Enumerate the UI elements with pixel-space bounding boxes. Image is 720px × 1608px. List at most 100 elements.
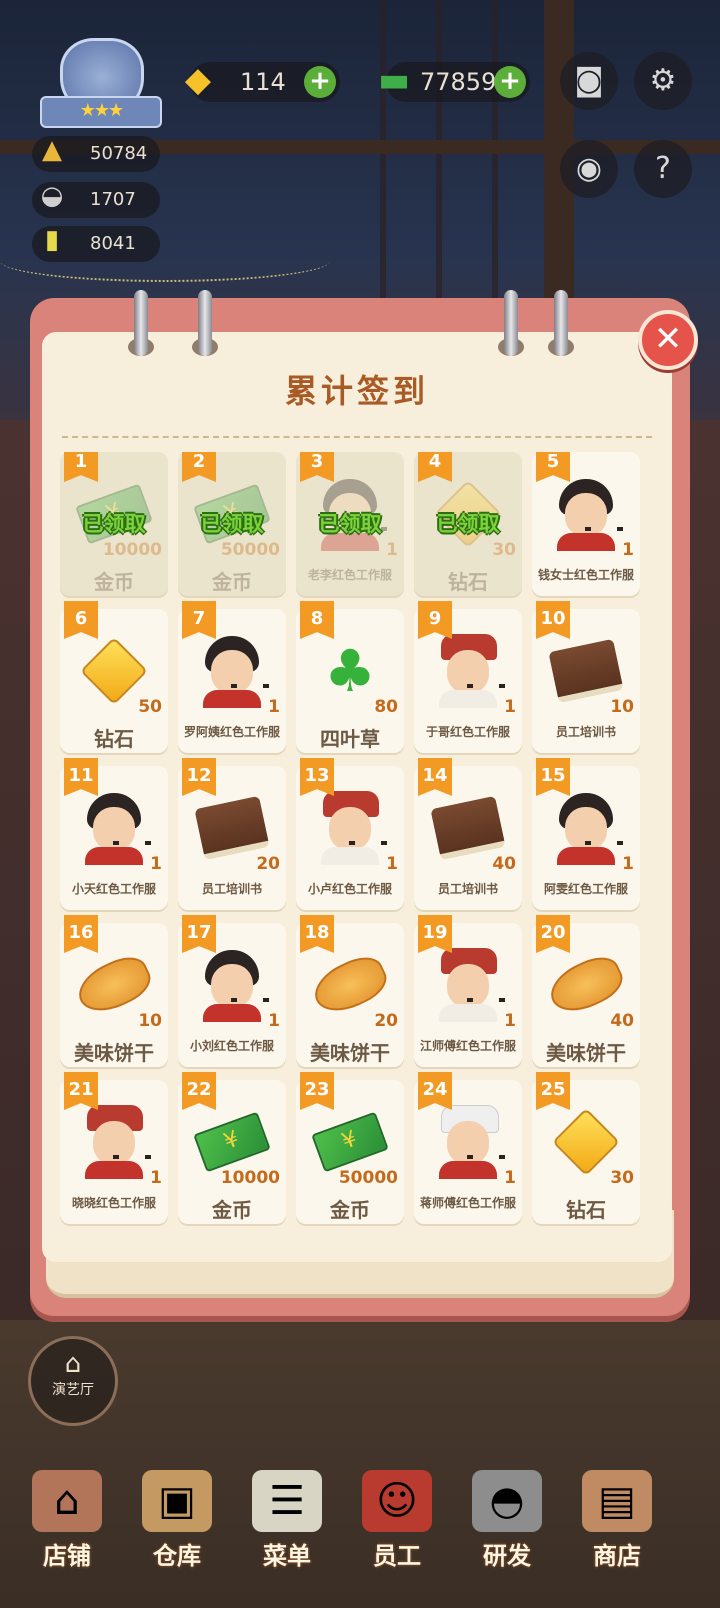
restaurant-rank-badge[interactable]: ★★★ xyxy=(40,38,162,128)
camera-button[interactable]: ◙ xyxy=(560,52,618,110)
gem-count: 114 xyxy=(240,68,286,96)
theater-icon: ⌂ xyxy=(64,1349,82,1379)
reward-name: 员工培训书 xyxy=(437,882,498,896)
reward-card-day-21[interactable]: 21 1 晓晓红色工作服 xyxy=(60,1072,168,1224)
binder-ring xyxy=(554,290,568,356)
reward-quantity: 1 xyxy=(622,540,634,560)
dish-icon: ◒ xyxy=(40,181,64,211)
close-button[interactable]: ✕ xyxy=(638,310,698,370)
stat-dishes: ◒ 1707 xyxy=(32,181,160,218)
nav-shop-front[interactable]: ⌂ 店铺 xyxy=(12,1460,122,1608)
reward-grid: ¥1 10000 金币 已领取 ¥2 50000 金币 已领取 3 1 老李红色工作服 已领取 4 30 钻… xyxy=(60,452,660,1242)
clipboard-icon: ☰ xyxy=(252,1470,322,1532)
performance-hall-button[interactable]: ⌂ 演艺厅 xyxy=(28,1336,118,1426)
nav-research[interactable]: ◓ 研发 xyxy=(452,1460,562,1608)
settings-button[interactable]: ⚙ xyxy=(634,52,692,110)
reward-quantity: 1 xyxy=(268,697,280,717)
reward-card-day-18[interactable]: 18 20 美味饼干 xyxy=(296,915,404,1067)
reward-card-day-4[interactable]: 4 30 钻石 已领取 xyxy=(414,452,522,596)
nav-warehouse[interactable]: ▣ 仓库 xyxy=(122,1460,232,1608)
reward-card-day-12[interactable]: 12 20 员工培训书 xyxy=(178,758,286,910)
reward-card-day-25[interactable]: 25 30 钻石 xyxy=(532,1072,640,1224)
staff-icon xyxy=(428,945,508,1025)
reward-quantity: 20 xyxy=(374,1011,398,1031)
reward-quantity: 30 xyxy=(492,540,516,560)
reward-name: 小天红色工作服 xyxy=(71,882,156,896)
reward-name: 钱女士红色工作服 xyxy=(537,568,634,582)
staff-icon xyxy=(74,788,154,868)
rank-stars: ★★★ xyxy=(40,96,162,128)
binder-ring xyxy=(198,290,212,356)
reward-card-day-9[interactable]: 9 1 于哥红色工作服 xyxy=(414,601,522,753)
reward-card-day-10[interactable]: 10 10 员工培训书 xyxy=(532,601,640,753)
help-book-button[interactable]: ? xyxy=(634,140,692,198)
claimed-stamp: 已领取 xyxy=(318,512,382,536)
gem-icon: ◆ xyxy=(184,60,212,100)
reward-card-day-1[interactable]: ¥1 10000 金币 已领取 xyxy=(60,452,168,596)
reward-card-day-11[interactable]: 11 1 小天红色工作服 xyxy=(60,758,168,910)
close-icon: ✕ xyxy=(653,319,683,359)
reward-quantity: 80 xyxy=(374,697,398,717)
reward-card-day-13[interactable]: 13 1 小卢红色工作服 xyxy=(296,758,404,910)
reward-card-day-16[interactable]: 16 10 美味饼干 xyxy=(60,915,168,1067)
reward-card-day-19[interactable]: 19 1 江师傅红色工作服 xyxy=(414,915,522,1067)
reward-card-day-23[interactable]: ¥23 50000 金币 xyxy=(296,1072,404,1224)
reward-card-day-20[interactable]: 20 40 美味饼干 xyxy=(532,915,640,1067)
reward-quantity: 10 xyxy=(138,1011,162,1031)
cooking-pot-icon: ◓ xyxy=(472,1470,542,1532)
reward-name: 小刘红色工作服 xyxy=(189,1039,274,1053)
stat-revenue: ▲ 50784 xyxy=(32,135,160,172)
shop-icon: ▤ xyxy=(582,1470,652,1532)
claimed-stamp: 已领取 xyxy=(200,512,264,536)
reward-name: 金币 xyxy=(212,570,252,594)
reward-name: 江师傅红色工作服 xyxy=(419,1039,516,1053)
bottom-navigation: ⌂ 店铺 ▣ 仓库 ☰ 菜单 ☺ 员工 ◓ 研发 ▤ 商店 xyxy=(0,1460,720,1608)
reward-quantity: 1 xyxy=(504,697,516,717)
reward-card-day-7[interactable]: 7 1 罗阿姨红色工作服 xyxy=(178,601,286,753)
reward-quantity: 1 xyxy=(386,540,398,560)
reward-name: 金币 xyxy=(94,570,134,594)
reward-name: 美味饼干 xyxy=(546,1041,626,1065)
nav-label: 店铺 xyxy=(43,1542,91,1570)
add-gems-button[interactable]: + xyxy=(304,66,336,98)
reward-quantity: 10000 xyxy=(220,1168,280,1188)
reward-quantity: 1 xyxy=(386,854,398,874)
reward-card-day-3[interactable]: 3 1 老李红色工作服 已领取 xyxy=(296,452,404,596)
claimed-stamp: 已领取 xyxy=(436,512,500,536)
reward-name: 老李红色工作服 xyxy=(307,568,392,582)
storefront-icon: ⌂ xyxy=(32,1470,102,1532)
title-divider xyxy=(62,436,652,438)
view-button[interactable]: ◉ xyxy=(560,140,618,198)
binder-ring xyxy=(504,290,518,356)
reward-card-day-17[interactable]: 17 1 小刘红色工作服 xyxy=(178,915,286,1067)
eye-icon: ◉ xyxy=(575,151,603,186)
nav-staff[interactable]: ☺ 员工 xyxy=(342,1460,452,1608)
nav-store[interactable]: ▤ 商店 xyxy=(562,1460,672,1608)
add-cash-button[interactable]: + xyxy=(494,66,526,98)
reward-card-day-8[interactable]: ♣ 8 80 四叶草 xyxy=(296,601,404,753)
reward-card-day-22[interactable]: ¥22 10000 金币 xyxy=(178,1072,286,1224)
reward-name: 美味饼干 xyxy=(310,1041,390,1065)
nav-menu[interactable]: ☰ 菜单 xyxy=(232,1460,342,1608)
reward-name: 钻石 xyxy=(566,1198,606,1222)
cash-counter[interactable]: ▬ 77859 + xyxy=(378,60,530,102)
staff-icon xyxy=(428,631,508,711)
reward-card-day-15[interactable]: 15 1 阿雯红色工作服 xyxy=(532,758,640,910)
coin-stack-icon: ▲ xyxy=(42,135,62,165)
cash-icon: ▬ xyxy=(377,60,411,100)
staff-icon xyxy=(192,945,272,1025)
camera-icon: ◙ xyxy=(574,63,604,98)
reward-card-day-5[interactable]: 5 1 钱女士红色工作服 xyxy=(532,452,640,596)
nav-label: 研发 xyxy=(483,1542,531,1570)
reward-card-day-2[interactable]: ¥2 50000 金币 已领取 xyxy=(178,452,286,596)
reward-name: 蒋师傅红色工作服 xyxy=(419,1196,516,1210)
reward-card-day-6[interactable]: 6 50 钻石 xyxy=(60,601,168,753)
stat-coupons: ▮ 8041 xyxy=(32,225,160,262)
reward-quantity: 20 xyxy=(256,854,280,874)
reward-name: 钻石 xyxy=(94,727,134,751)
reward-quantity: 1 xyxy=(268,1011,280,1031)
reward-card-day-24[interactable]: 24 1 蒋师傅红色工作服 xyxy=(414,1072,522,1224)
gem-counter[interactable]: ◆ 114 + xyxy=(185,60,340,102)
reward-card-day-14[interactable]: 14 40 员工培训书 xyxy=(414,758,522,910)
reward-quantity: 30 xyxy=(610,1168,634,1188)
